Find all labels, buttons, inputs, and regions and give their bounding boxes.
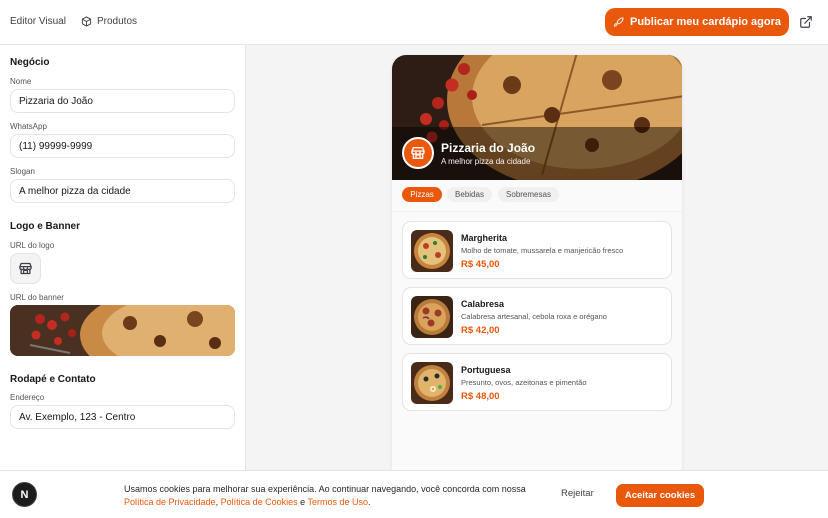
address-label: Endereço bbox=[10, 393, 45, 402]
external-link-icon[interactable] bbox=[799, 15, 813, 29]
product-image bbox=[411, 230, 453, 272]
product-description: Molho de tomate, mussarela e manjericão … bbox=[461, 246, 624, 255]
store-name: Pizzaria do João bbox=[441, 141, 536, 155]
whatsapp-input[interactable]: (11) 99999-9999 bbox=[10, 134, 235, 158]
cookie-text: Usamos cookies para melhorar sua experiê… bbox=[124, 484, 526, 494]
box-icon bbox=[81, 16, 92, 27]
cookie-sep-2: e bbox=[297, 497, 308, 507]
rocket-icon bbox=[613, 16, 624, 27]
privacy-policy-link[interactable]: Política de Privacidade bbox=[124, 497, 216, 507]
top-bar: Editor Visual Produtos Publicar meu card… bbox=[0, 0, 828, 45]
tab-editor-visual[interactable]: Editor Visual bbox=[10, 16, 66, 27]
product-price: R$ 48,00 bbox=[461, 391, 500, 402]
product-image bbox=[411, 296, 453, 338]
product-name: Portuguesa bbox=[461, 365, 511, 375]
publish-button[interactable]: Publicar meu cardápio agora bbox=[605, 8, 789, 36]
slogan-label: Slogan bbox=[10, 167, 35, 176]
banner-image[interactable] bbox=[10, 305, 235, 356]
cookie-banner: N Usamos cookies para melhorar sua exper… bbox=[0, 470, 828, 518]
whatsapp-label: WhatsApp bbox=[10, 122, 47, 131]
store-slogan: A melhor pizza da cidade bbox=[441, 157, 531, 166]
category-pizzas[interactable]: Pizzas bbox=[402, 187, 442, 202]
reject-cookies-button[interactable]: Rejeitar bbox=[561, 488, 594, 499]
section-logo-banner-title: Logo e Banner bbox=[10, 221, 81, 232]
product-image bbox=[411, 362, 453, 404]
banner-url-label: URL do banner bbox=[10, 293, 64, 302]
category-sobremesas[interactable]: Sobremesas bbox=[498, 187, 559, 202]
product-card-margherita[interactable]: Margherita Molho de tomate, mussarela e … bbox=[402, 221, 672, 279]
name-label: Nome bbox=[10, 77, 32, 86]
logo-upload[interactable] bbox=[10, 253, 41, 284]
menu-preview: Pizzaria do João A melhor pizza da cidad… bbox=[392, 55, 682, 480]
section-footer-title: Rodapé e Contato bbox=[10, 374, 96, 385]
slogan-input[interactable]: A melhor pizza da cidade bbox=[10, 179, 235, 203]
editor-sidebar: Negócio Nome Pizzaria do João WhatsApp (… bbox=[0, 45, 246, 470]
product-description: Calabresa artesanal, cebola roxa e oréga… bbox=[461, 312, 607, 321]
product-price: R$ 42,00 bbox=[461, 325, 500, 336]
terms-of-use-link[interactable]: Termos de Uso bbox=[307, 497, 368, 507]
name-input[interactable]: Pizzaria do João bbox=[10, 89, 235, 113]
store-logo bbox=[402, 137, 434, 169]
store-icon bbox=[411, 147, 425, 159]
tab-produtos[interactable]: Produtos bbox=[81, 16, 137, 27]
cookie-policy-link[interactable]: Política de Cookies bbox=[221, 497, 298, 507]
product-description: Presunto, ovos, azeitonas e pimentão bbox=[461, 378, 587, 387]
hero-banner: Pizzaria do João A melhor pizza da cidad… bbox=[392, 55, 682, 180]
product-name: Margherita bbox=[461, 233, 508, 243]
product-name: Calabresa bbox=[461, 299, 505, 309]
product-list: Margherita Molho de tomate, mussarela e … bbox=[392, 212, 682, 480]
category-tabs: Pizzas Bebidas Sobremesas bbox=[392, 180, 682, 212]
product-card-calabresa[interactable]: Calabresa Calabresa artesanal, cebola ro… bbox=[402, 287, 672, 345]
logo-url-label: URL do logo bbox=[10, 241, 55, 250]
cookie-message: Usamos cookies para melhorar sua experiê… bbox=[124, 483, 544, 509]
accept-cookies-button[interactable]: Aceitar cookies bbox=[616, 484, 704, 507]
publish-label: Publicar meu cardápio agora bbox=[630, 16, 781, 28]
cookie-end: . bbox=[368, 497, 371, 507]
tab-produtos-label: Produtos bbox=[97, 16, 138, 27]
category-bebidas[interactable]: Bebidas bbox=[447, 187, 492, 202]
product-card-portuguesa[interactable]: Portuguesa Presunto, ovos, azeitonas e p… bbox=[402, 353, 672, 411]
address-input[interactable]: Av. Exemplo, 123 - Centro bbox=[10, 405, 235, 429]
product-price: R$ 45,00 bbox=[461, 259, 500, 270]
nextjs-badge-icon[interactable]: N bbox=[12, 482, 37, 507]
store-icon bbox=[19, 262, 32, 275]
section-business-title: Negócio bbox=[10, 57, 50, 68]
